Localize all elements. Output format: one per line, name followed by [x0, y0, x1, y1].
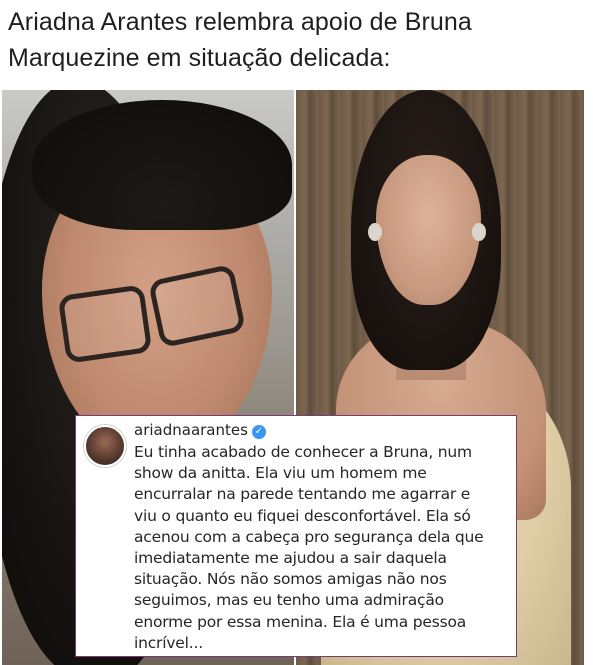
- hair-top-shape: [32, 100, 292, 230]
- glasses-lens-left: [57, 284, 153, 364]
- post-username-row: ariadnaarantes ✓: [134, 421, 266, 439]
- headline: Ariadna Arantes relembra apoio de Bruna …: [8, 4, 588, 76]
- post-username[interactable]: ariadnaarantes: [134, 421, 248, 439]
- earring-left: [368, 223, 382, 241]
- earring-right: [472, 223, 486, 241]
- headline-line-1: Ariadna Arantes relembra apoio de Bruna: [8, 8, 472, 36]
- headline-line-2: Marquezine em situação delicada:: [8, 44, 391, 72]
- verified-badge-icon: ✓: [251, 425, 266, 439]
- avatar[interactable]: [84, 425, 126, 467]
- instagram-post-card: ariadnaarantes ✓ Eu tinha acabado de conh…: [75, 415, 517, 657]
- glasses-shape: [57, 263, 247, 364]
- post-caption: Eu tinha acabado de conhecer a Bruna, nu…: [134, 443, 484, 652]
